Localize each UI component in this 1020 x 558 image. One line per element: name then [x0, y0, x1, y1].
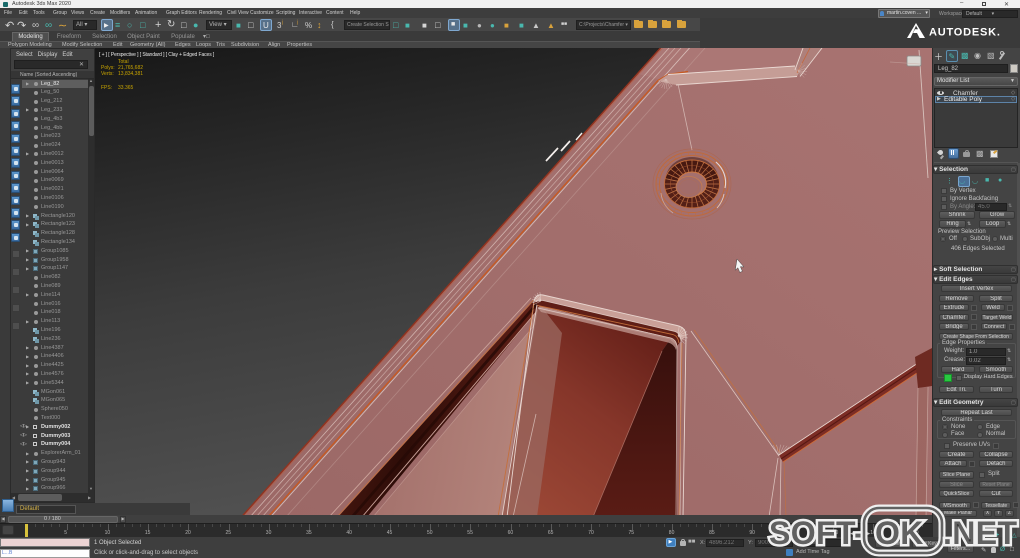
svg-text:AUTODESK.: AUTODESK.	[929, 27, 1001, 39]
